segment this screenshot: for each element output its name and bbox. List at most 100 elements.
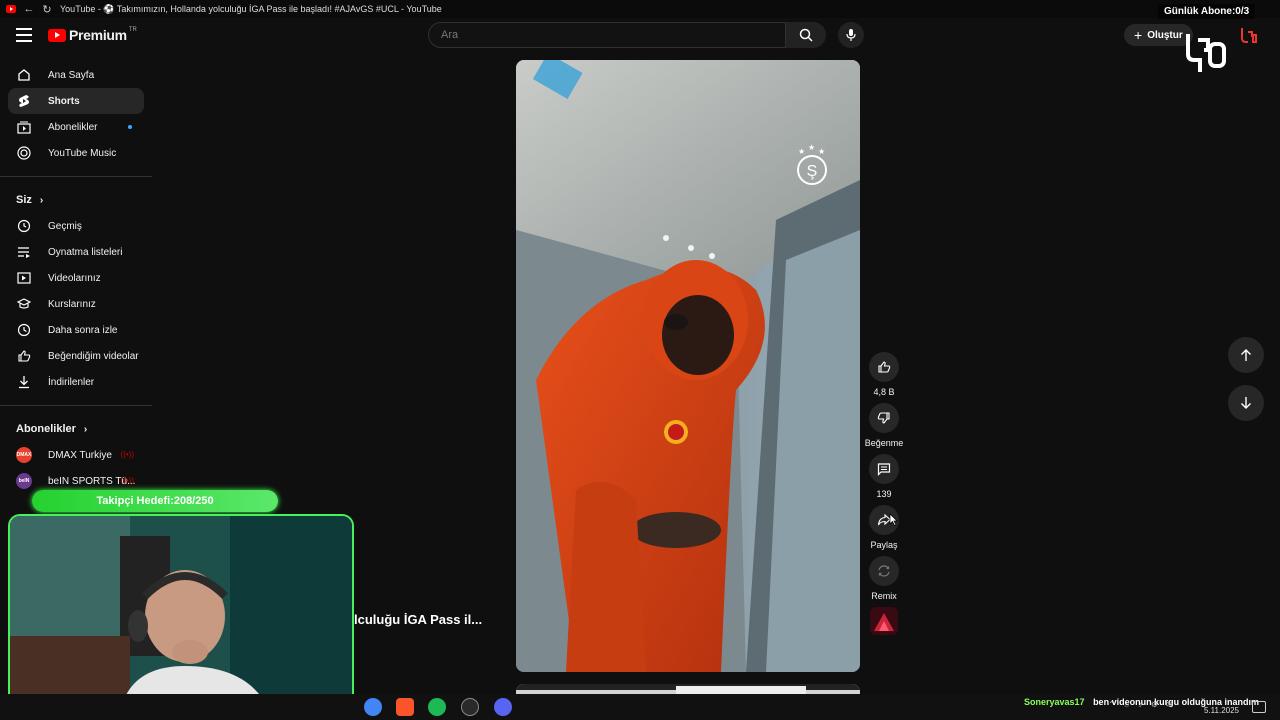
sidebar-item-shorts[interactable]: Shorts: [8, 88, 144, 114]
subscriptions-section-label: Abonelikler: [16, 423, 76, 435]
chevron-right-icon: ›: [83, 423, 88, 435]
like-button[interactable]: [869, 352, 899, 382]
sidebar-item-liked-videos[interactable]: Beğendiğim videolar: [8, 343, 144, 369]
microphone-icon: [846, 29, 856, 41]
system-tray-icons[interactable]: ⌃ ☼ ♪ ⚙ ✉: [1108, 700, 1176, 709]
sidebar-item-courses[interactable]: Kurslarınız: [8, 291, 144, 317]
channel-name: DMAX Turkiye: [48, 449, 112, 461]
youtube-favicon-icon: [4, 2, 18, 16]
sidebar-item-label: Kurslarınız: [48, 298, 96, 310]
like-icon: [16, 348, 32, 364]
your-videos-icon: [16, 270, 32, 286]
svg-text:★: ★: [808, 143, 815, 152]
voice-search-button[interactable]: [838, 22, 864, 48]
sidebar-item-downloads[interactable]: İndirilenler: [8, 369, 144, 395]
chrome-icon[interactable]: [364, 698, 382, 716]
create-label: Oluştur: [1147, 29, 1183, 41]
create-button[interactable]: + Oluştur: [1124, 24, 1193, 46]
remix-icon: [878, 565, 890, 577]
you-section-title[interactable]: Siz ›: [0, 187, 152, 213]
follower-goal-bar: Takipçi Hedefi:208/250: [32, 490, 278, 512]
download-icon: [16, 374, 32, 390]
you-section-label: Siz: [16, 194, 32, 206]
sidebar-channel-dmax[interactable]: DMAX DMAX Turkiye ((•)): [8, 442, 144, 468]
comment-count: 139: [876, 489, 892, 499]
sidebar: Ana Sayfa Shorts Abonelikler YouTube Mus…: [0, 62, 152, 494]
sidebar-item-subscriptions[interactable]: Abonelikler: [8, 114, 144, 140]
sidebar-item-label: Videolarınız: [48, 272, 101, 284]
avatar: DMAX: [16, 447, 32, 463]
like-action: 4,8 B: [862, 352, 906, 397]
search-input[interactable]: [429, 23, 753, 47]
sidebar-item-watch-later[interactable]: Daha sonra izle: [8, 317, 144, 343]
sidebar-item-label: Shorts: [48, 95, 80, 107]
subscriptions-section-title[interactable]: Abonelikler ›: [0, 416, 152, 442]
sidebar-divider: [0, 176, 152, 177]
share-label: Paylaş: [870, 540, 898, 550]
comment-action: 139: [862, 454, 906, 499]
sidebar-item-label: Geçmiş: [48, 220, 82, 232]
comment-icon: [877, 463, 891, 476]
previous-short-button[interactable]: [1228, 337, 1264, 373]
dislike-icon: [877, 412, 890, 424]
subscriptions-icon: [16, 119, 32, 135]
obs-icon[interactable]: [461, 698, 479, 716]
reload-icon[interactable]: ↻: [40, 2, 54, 16]
mouse-cursor-icon: [889, 513, 898, 526]
search-icon: [799, 28, 813, 42]
comments-button[interactable]: [869, 454, 899, 484]
sound-art: [870, 607, 898, 635]
next-short-button[interactable]: [1228, 385, 1264, 421]
sidebar-item-home[interactable]: Ana Sayfa: [8, 62, 144, 88]
masthead: Premium TR + Oluştur: [0, 18, 1280, 54]
chat-username: Soneryavas17: [1024, 697, 1085, 707]
remix-button[interactable]: [869, 556, 899, 586]
sidebar-item-your-videos[interactable]: Videolarınız: [8, 265, 144, 291]
sidebar-item-label: Beğendiğim videolar: [48, 350, 139, 362]
notification-icon[interactable]: [1252, 701, 1266, 713]
streamer-badge-icon: [1240, 26, 1258, 46]
menu-icon[interactable]: [16, 28, 32, 42]
spotify-icon[interactable]: [428, 698, 446, 716]
video-title-overlay: lculuğu İGA Pass il...: [354, 612, 483, 627]
svg-text:★: ★: [818, 147, 825, 156]
taskbar-clock: 5.11.2025: [1204, 706, 1239, 715]
like-icon: [878, 361, 891, 373]
dislike-label: Beğenme: [864, 438, 904, 448]
shorts-action-bar: 4,8 B Beğenme 139 Paylaş Remix: [862, 352, 906, 635]
youtube-premium-logo[interactable]: Premium TR: [48, 27, 137, 43]
video-frame: Ş ★ ★ ★: [516, 60, 860, 672]
back-arrow-icon[interactable]: ←: [22, 2, 36, 16]
sidebar-item-label: İndirilenler: [48, 376, 95, 388]
youtube-play-icon: [48, 28, 66, 42]
streamer-webcam: [8, 514, 354, 710]
dislike-button[interactable]: [869, 403, 899, 433]
sound-thumbnail[interactable]: [870, 607, 898, 635]
svg-text:★: ★: [798, 147, 805, 156]
daily-subscribers-counter: Günlük Abone:0/3: [1158, 4, 1256, 19]
logo-text: Premium: [69, 27, 127, 43]
sidebar-item-label: Abonelikler: [48, 121, 98, 133]
search-button[interactable]: [786, 22, 826, 48]
streamer-logo-icon: [1184, 28, 1228, 76]
sidebar-item-label: YouTube Music: [48, 147, 117, 159]
sidebar-item-history[interactable]: Geçmiş: [8, 213, 144, 239]
sidebar-item-label: Oynatma listeleri: [48, 246, 123, 258]
dislike-action: Beğenme: [862, 403, 906, 448]
window-title: YouTube - ⚽ Takımımızın, Hollanda yolcul…: [60, 3, 442, 14]
watch-later-icon: [16, 322, 32, 338]
window-titlebar: ← ↻ YouTube - ⚽ Takımımızın, Hollanda yo…: [0, 0, 1280, 18]
chevron-right-icon: ›: [39, 194, 44, 206]
history-icon: [16, 218, 32, 234]
plus-icon: +: [1134, 27, 1143, 43]
sidebar-item-playlists[interactable]: Oynatma listeleri: [8, 239, 144, 265]
shorts-video-player[interactable]: Ş ★ ★ ★: [516, 60, 860, 672]
webcam-feed: [10, 516, 352, 708]
discord-icon[interactable]: [494, 698, 512, 716]
brave-icon[interactable]: [396, 698, 414, 716]
live-icon: ((•)): [120, 450, 134, 459]
shorts-icon: [16, 93, 32, 109]
remix-action: Remix: [862, 556, 906, 601]
sidebar-item-youtube-music[interactable]: YouTube Music: [8, 140, 144, 166]
arrow-down-icon: [1241, 397, 1251, 409]
